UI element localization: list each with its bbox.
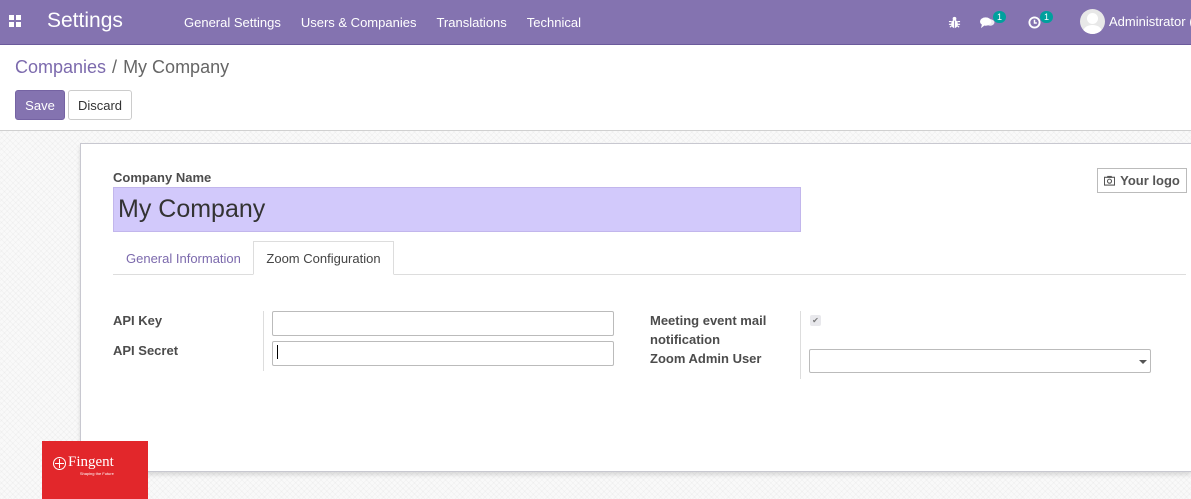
text-cursor [277,345,278,359]
api-secret-label: API Secret [113,343,179,358]
top-navbar: Settings General Settings Users & Compan… [0,0,1191,45]
meeting-mail-checkbox[interactable]: ✔ [810,315,821,326]
app-title: Settings [47,9,123,32]
fingent-mark-icon [53,457,66,470]
your-logo-label: Your logo [1120,173,1180,188]
menu-translations[interactable]: Translations [426,15,516,30]
tab-zoom-configuration[interactable]: Zoom Configuration [253,241,394,275]
checkmark-icon: ✔ [812,316,819,325]
main-menu: General Settings Users & Companies Trans… [174,0,591,44]
meeting-mail-label-line2: notification [650,332,721,347]
camera-icon [1104,175,1116,186]
breadcrumb-current: My Company [123,57,230,77]
company-name-label: Company Name [113,170,212,185]
brand-tagline: Shaping the Future [79,471,114,476]
fingent-watermark-logo: Fingent Shaping the Future [42,441,148,499]
messages-chat-icon[interactable] [980,0,995,44]
zoom-admin-user-label: Zoom Admin User [650,351,762,366]
menu-users-companies[interactable]: Users & Companies [291,15,427,30]
breadcrumb-separator: / [112,57,118,77]
zoom-admin-user-select[interactable] [809,349,1151,373]
api-key-input[interactable] [272,311,614,336]
breadcrumb-companies-link[interactable]: Companies [15,57,106,77]
breadcrumb: Companies / My Company [15,57,229,78]
brand-name: Fingent [68,454,114,470]
activities-count-badge: 1 [1040,11,1054,23]
company-name-field[interactable]: My Company [113,187,801,232]
user-menu-name[interactable]: Administrator ( [1109,14,1191,29]
menu-technical[interactable]: Technical [517,15,591,30]
save-button[interactable]: Save [15,90,65,120]
meeting-mail-label-line1: Meeting event mail [650,313,767,328]
dropdown-arrow-icon [1139,360,1147,364]
left-group-separator [263,311,264,371]
user-avatar[interactable] [1080,9,1105,34]
api-secret-input[interactable] [272,341,614,366]
debug-bug-icon[interactable] [948,0,961,44]
menu-general-settings[interactable]: General Settings [174,15,291,30]
apps-grid-icon[interactable] [9,15,21,27]
right-group-separator [800,311,801,379]
api-key-label: API Key [113,313,163,328]
activities-clock-icon[interactable] [1028,0,1041,44]
your-logo-button[interactable]: Your logo [1097,168,1187,193]
messages-count-badge: 1 [993,11,1007,23]
tab-general-information[interactable]: General Information [113,241,254,275]
discard-button[interactable]: Discard [68,90,132,120]
